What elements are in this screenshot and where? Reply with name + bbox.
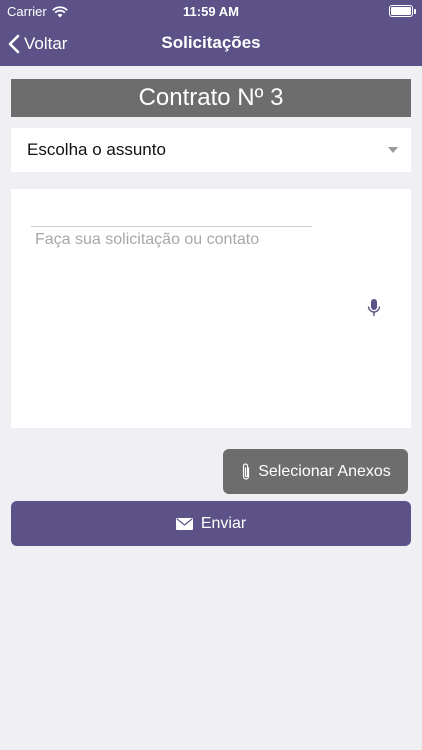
- battery-icon: [389, 5, 416, 17]
- page-title: Solicitações: [161, 33, 261, 52]
- chevron-down-icon: [388, 147, 398, 153]
- contract-title: Contrato Nº 3: [11, 79, 411, 117]
- select-attachments-label: Selecionar Anexos: [258, 462, 391, 480]
- paperclip-icon: [243, 462, 250, 480]
- status-bar: Carrier 11:59 AM: [0, 0, 422, 22]
- subject-select[interactable]: Escolha o assunto: [11, 128, 411, 172]
- send-label: Enviar: [200, 514, 247, 532]
- subject-select-value: Escolha o assunto: [27, 140, 166, 159]
- message-box: [11, 189, 411, 428]
- send-button[interactable]: Enviar: [11, 501, 411, 546]
- status-time: 11:59 AM: [183, 4, 239, 19]
- navigation-bar: Voltar Solicitações: [0, 22, 422, 66]
- envelope-icon: [175, 517, 193, 530]
- microphone-icon[interactable]: [367, 298, 381, 318]
- select-attachments-button[interactable]: Selecionar Anexos: [223, 449, 408, 494]
- message-input[interactable]: [31, 227, 361, 407]
- top-bar: Carrier 11:59 AM Voltar Solicitações: [0, 0, 422, 66]
